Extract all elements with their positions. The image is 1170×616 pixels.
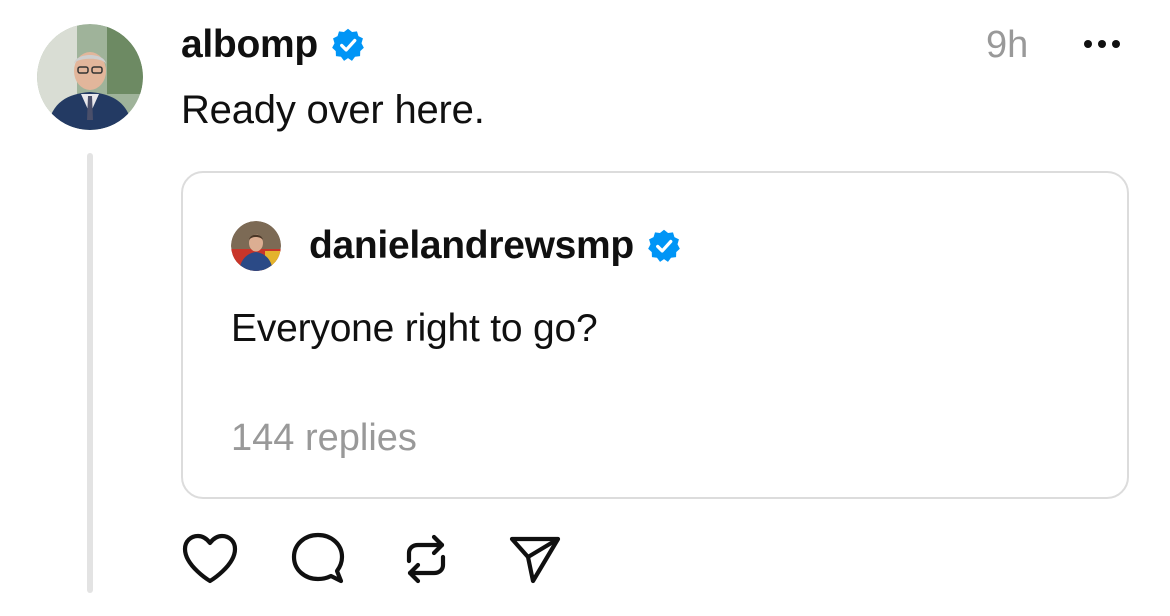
quoted-post-replies-count[interactable]: 144 replies bbox=[231, 417, 417, 460]
verified-badge-icon bbox=[330, 27, 366, 63]
comment-icon bbox=[291, 532, 345, 584]
quoted-post-header: danielandrewsmp bbox=[309, 223, 682, 269]
post-header: albomp bbox=[181, 22, 366, 68]
more-options-icon[interactable] bbox=[1080, 24, 1124, 64]
like-button[interactable] bbox=[179, 528, 241, 590]
post-timestamp: 9h bbox=[986, 24, 1029, 66]
send-icon bbox=[509, 536, 561, 584]
post-text: Ready over here. bbox=[181, 88, 485, 132]
avatar-photo-icon bbox=[37, 24, 143, 130]
heart-icon bbox=[182, 533, 238, 584]
quoted-author-avatar[interactable] bbox=[231, 221, 281, 271]
repost-icon bbox=[406, 534, 446, 584]
thread-line bbox=[87, 153, 93, 593]
quoted-post-card[interactable]: danielandrewsmp Everyone right to go? 14… bbox=[181, 171, 1129, 499]
avatar-photo-icon bbox=[231, 221, 281, 271]
repost-button[interactable] bbox=[395, 528, 457, 590]
verified-badge-icon bbox=[646, 228, 682, 264]
post-actions bbox=[181, 528, 611, 590]
quoted-author-username[interactable]: danielandrewsmp bbox=[309, 224, 634, 268]
quoted-post-text: Everyone right to go? bbox=[231, 307, 598, 350]
author-avatar[interactable] bbox=[37, 24, 143, 130]
reply-button[interactable] bbox=[287, 528, 349, 590]
author-username[interactable]: albomp bbox=[181, 23, 318, 67]
thread-post: albomp 9h Ready over here. danielandrews… bbox=[0, 0, 1170, 616]
share-button[interactable] bbox=[503, 528, 565, 590]
